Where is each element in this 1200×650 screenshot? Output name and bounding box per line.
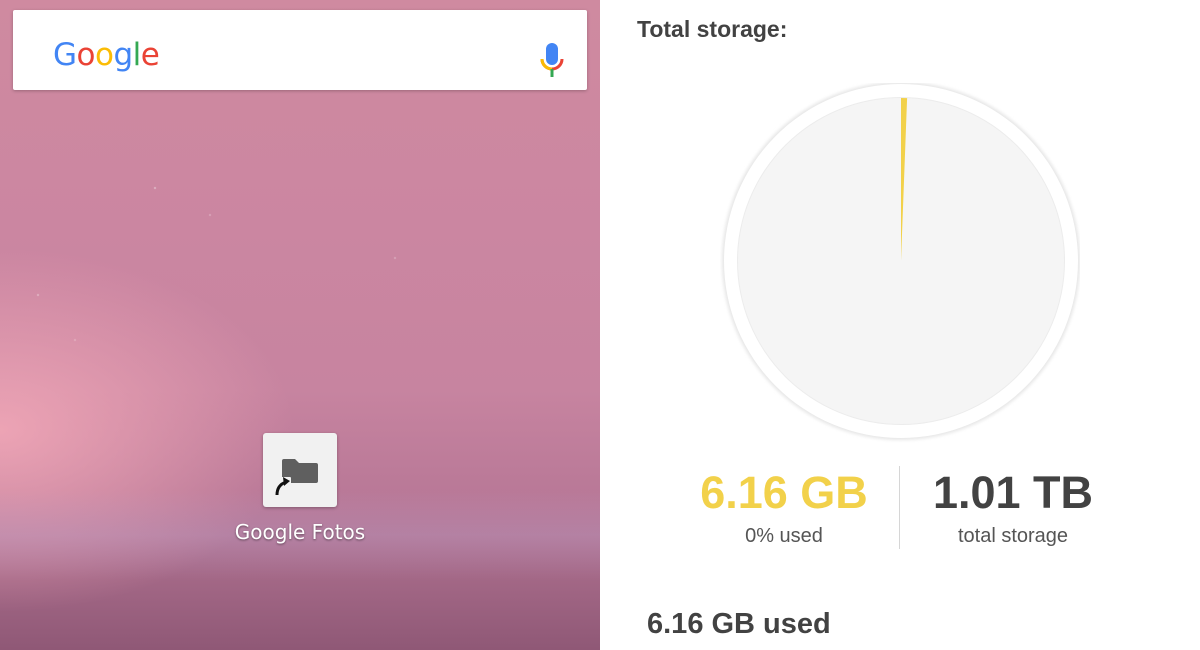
used-percent: 0% used [745, 525, 823, 547]
home-screen: Google Google Fotos [0, 0, 600, 650]
storage-title: Total storage: [637, 16, 788, 42]
logo-letter: l [132, 37, 142, 73]
storage-pie-chart [722, 83, 1080, 440]
logo-letter: G [53, 37, 77, 73]
google-search-widget[interactable]: Google [13, 10, 587, 90]
logo-letter: o [95, 37, 114, 73]
shortcut-label: Google Fotos [234, 520, 366, 544]
storage-panel: Total storage: 6.16 GB 0% used 1.01 TB t… [600, 0, 1200, 650]
folder-shortcut-icon [273, 459, 318, 497]
google-fotos-shortcut[interactable] [263, 433, 337, 507]
total-stat: 1.01 TB total storage [893, 470, 1133, 548]
screenshot-composite: Google Google Fotos Total storage: 6.16 … [0, 0, 1200, 650]
total-value: 1.01 TB [932, 467, 1094, 518]
logo-letter: e [140, 37, 160, 73]
used-heading: 6.16 GB used [647, 608, 831, 640]
total-caption: total storage [957, 525, 1069, 547]
logo-letter: o [76, 37, 96, 73]
logo-letter: g [113, 37, 133, 73]
microphone-icon[interactable] [539, 43, 565, 79]
google-logo: Google [53, 37, 160, 73]
used-value: 6.16 GB [700, 467, 868, 518]
used-stat: 6.16 GB 0% used [664, 470, 904, 548]
